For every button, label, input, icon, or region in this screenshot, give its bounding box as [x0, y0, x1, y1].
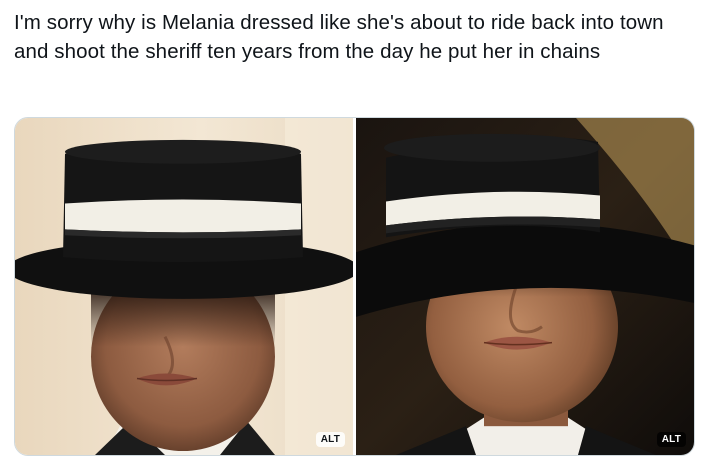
- post-text: I'm sorry why is Melania dressed like sh…: [14, 11, 664, 63]
- photo-right[interactable]: ALT: [356, 118, 694, 455]
- media-grid: ALT ALT: [14, 117, 695, 456]
- photo-left-image: [15, 118, 353, 455]
- alt-text-button[interactable]: ALT: [656, 432, 686, 447]
- alt-text-button[interactable]: ALT: [315, 432, 345, 447]
- photo-left[interactable]: ALT: [15, 118, 353, 455]
- photo-right-image: [356, 118, 694, 455]
